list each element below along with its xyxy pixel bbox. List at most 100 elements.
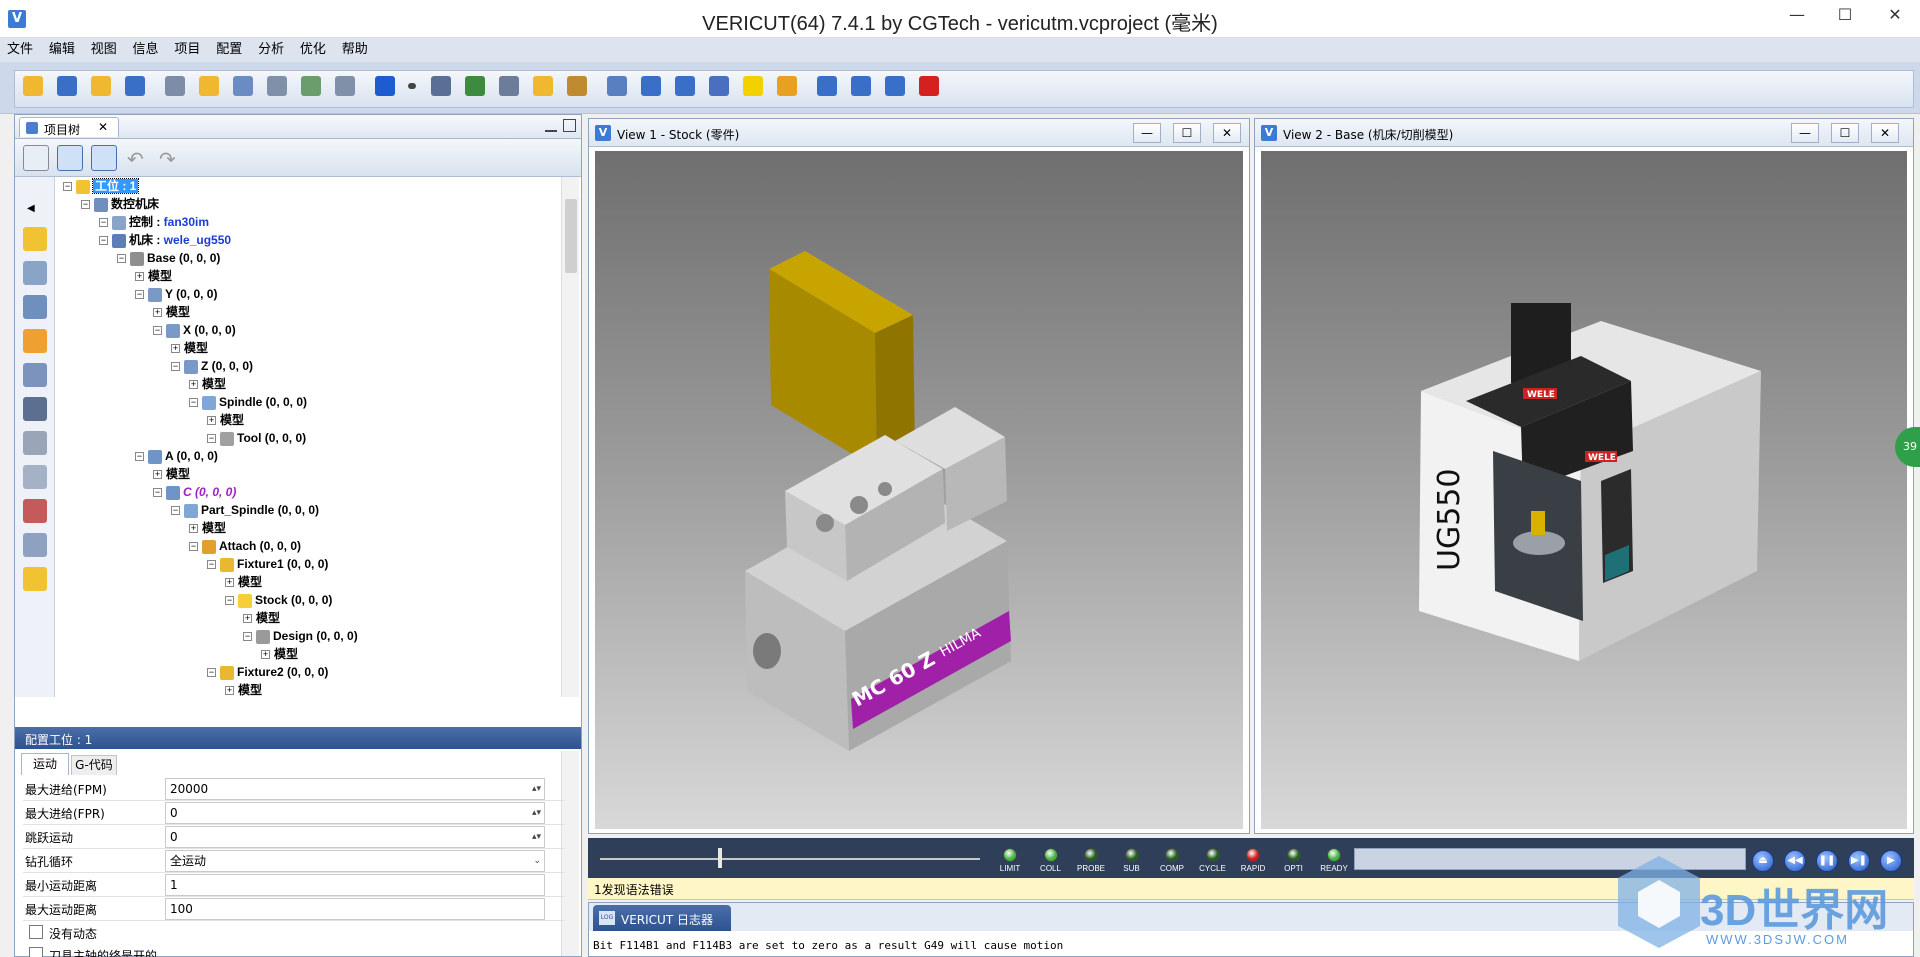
collapse-icon[interactable]: − <box>99 218 108 228</box>
menu-optimize[interactable]: 优化 <box>293 38 331 62</box>
tree-item[interactable]: + 模型 <box>171 339 208 357</box>
stock-icon[interactable] <box>530 73 556 99</box>
save-ip-icon[interactable] <box>122 73 148 99</box>
tree-item[interactable]: + 模型 <box>207 411 244 429</box>
collapse-icon[interactable]: − <box>153 488 162 498</box>
tree-item[interactable]: − Attach (0, 0, 0) <box>189 537 301 555</box>
spinner-icon[interactable]: ▴▾ <box>532 803 541 823</box>
menu-help[interactable]: 帮助 <box>335 38 373 62</box>
tree-item[interactable]: − 机床 : wele_ug550 <box>99 231 231 249</box>
nc-check-icon[interactable] <box>298 73 324 99</box>
menu-edit[interactable]: 编辑 <box>42 38 80 62</box>
menu-view[interactable]: 视图 <box>84 38 122 62</box>
spinner-icon[interactable]: ▴▾ <box>532 779 541 799</box>
tree-item[interactable]: − Fixture2 (0, 0, 0) <box>207 663 328 681</box>
tree-item[interactable]: − Spindle (0, 0, 0) <box>189 393 307 411</box>
coordinate-icon[interactable] <box>23 363 47 387</box>
minimize-button[interactable]: — <box>1774 0 1820 30</box>
close-tab-icon[interactable]: ✕ <box>98 120 108 134</box>
collapse-icon[interactable]: − <box>171 362 180 372</box>
control-icon[interactable] <box>23 261 47 285</box>
float-panel-icon[interactable] <box>563 119 576 132</box>
spindle-on-checkbox[interactable] <box>29 947 43 957</box>
tree-item[interactable]: + 模型 <box>135 267 172 285</box>
expand-icon[interactable]: + <box>189 380 198 390</box>
tooling-icon[interactable] <box>23 465 47 489</box>
tree-item[interactable]: − Z (0, 0, 0) <box>171 357 253 375</box>
collapse-icon[interactable]: − <box>189 398 198 408</box>
view1-maximize-button[interactable]: ☐ <box>1173 123 1201 143</box>
nc-program-icon[interactable] <box>23 499 47 523</box>
minimize-panel-icon[interactable] <box>545 120 557 132</box>
tree-item[interactable]: + 模型 <box>225 681 262 697</box>
tree-item[interactable]: − 数控机床 <box>81 195 159 213</box>
expand-icon[interactable]: + <box>153 308 162 318</box>
collapse-icon[interactable]: − <box>243 632 252 642</box>
single-view-icon[interactable] <box>814 73 840 99</box>
collapse-icon[interactable]: − <box>63 182 72 192</box>
nc-sub-icon[interactable] <box>332 73 358 99</box>
expand-icon[interactable]: + <box>243 614 252 624</box>
maximize-button[interactable]: ☐ <box>1822 0 1868 30</box>
info-icon[interactable] <box>372 73 398 99</box>
add-component-icon[interactable] <box>91 145 117 171</box>
tool-manager-icon[interactable] <box>162 73 188 99</box>
collapse-icon[interactable]: − <box>117 254 126 264</box>
collapse-icon[interactable]: − <box>99 236 108 246</box>
tree-item[interactable]: − 控制 : fan30im <box>99 213 209 231</box>
redo-icon[interactable]: ↷ <box>159 147 176 171</box>
axis-icon[interactable] <box>23 397 47 421</box>
tree-scroll-thumb[interactable] <box>565 199 577 273</box>
tree-view-icon[interactable] <box>23 145 49 171</box>
open-icon[interactable] <box>20 73 46 99</box>
folder-icon[interactable] <box>23 567 47 591</box>
collapse-icon[interactable]: − <box>207 668 216 678</box>
model-icon[interactable] <box>23 329 47 353</box>
collapse-icon[interactable]: − <box>207 560 216 570</box>
tree-item[interactable]: + 模型 <box>189 519 226 537</box>
menu-analysis[interactable]: 分析 <box>251 38 289 62</box>
open-ip-icon[interactable] <box>88 73 114 99</box>
tree-item[interactable]: + 模型 <box>153 465 190 483</box>
menu-project[interactable]: 项目 <box>167 38 205 62</box>
model-icon[interactable] <box>462 73 488 99</box>
view1-viewport[interactable]: MC 60 Z HILMA <box>595 151 1243 829</box>
spindle-icon[interactable] <box>496 73 522 99</box>
split-horizontal-icon[interactable] <box>882 73 908 99</box>
expand-icon[interactable]: + <box>189 524 198 534</box>
menu-info[interactable]: 信息 <box>126 38 164 62</box>
cut-icon[interactable] <box>564 73 590 99</box>
tab-motion[interactable]: 运动 <box>21 753 69 775</box>
g-code-icon[interactable] <box>23 431 47 455</box>
tree-item[interactable]: + 模型 <box>189 375 226 393</box>
spinner-icon[interactable]: ▴▾ <box>532 827 541 847</box>
collapse-icon[interactable]: − <box>153 326 162 336</box>
collapse-icon[interactable]: − <box>135 290 144 300</box>
view2-minimize-button[interactable]: — <box>1791 123 1819 143</box>
expand-icon[interactable]: + <box>261 650 270 660</box>
sub-program-icon[interactable] <box>23 533 47 557</box>
tree-scrollbar[interactable] <box>561 177 579 697</box>
component-tree-icon[interactable] <box>230 73 256 99</box>
collapse-icon[interactable]: − <box>81 200 90 210</box>
light-icon[interactable] <box>740 73 766 99</box>
nc-program-icon[interactable] <box>264 73 290 99</box>
machine-icon[interactable] <box>428 73 454 99</box>
config-input[interactable]: 100 <box>165 898 545 920</box>
expand-icon[interactable]: + <box>153 470 162 480</box>
view2-viewport[interactable]: WELE WELE UG550 <box>1261 151 1907 829</box>
config-input[interactable]: 1 <box>165 874 545 896</box>
config-input[interactable]: 0 ▴▾ <box>165 826 545 848</box>
tree-item[interactable]: − Tool (0, 0, 0) <box>207 429 306 447</box>
split-vertical-icon[interactable] <box>848 73 874 99</box>
playback-slider-track[interactable] <box>600 858 980 860</box>
menu-config[interactable]: 配置 <box>209 38 247 62</box>
view2-maximize-button[interactable]: ☐ <box>1831 123 1859 143</box>
menu-file[interactable]: 文件 <box>0 38 38 62</box>
machine-icon[interactable] <box>23 295 47 319</box>
view2-close-button[interactable]: ✕ <box>1871 123 1899 143</box>
tree-item[interactable]: − Stock (0, 0, 0) <box>225 591 332 609</box>
chevron-down-icon[interactable]: ⌄ <box>533 851 541 871</box>
collapse-arrow-icon[interactable]: ◀ <box>27 203 35 214</box>
open-folder-icon[interactable] <box>196 73 222 99</box>
